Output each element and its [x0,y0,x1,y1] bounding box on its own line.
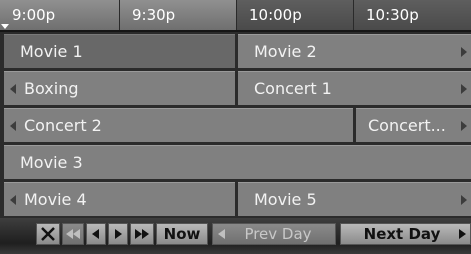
time-slot-label: 9:30p [132,6,176,24]
program-cell[interactable]: Concert 1 [238,71,471,105]
program-grid: Movie 1 Movie 2 Boxing Concert 1 Concert… [0,32,471,218]
program-title: Movie 4 [24,190,87,209]
time-slot: 9:00p [0,0,120,30]
double-left-arrow-icon-part [73,229,80,239]
program-title: Movie 5 [254,190,317,209]
prev-button[interactable] [86,223,106,245]
right-arrow-icon [459,229,466,239]
left-arrow-icon [92,229,99,239]
program-cell[interactable]: Movie 3 [4,145,471,179]
double-right-arrow-icon-part [142,229,149,239]
continues-right-icon [461,195,467,205]
next-day-label: Next Day [363,225,441,243]
double-right-arrow-icon [135,229,142,239]
continues-right-icon [461,47,467,57]
program-cell[interactable]: Movie 2 [238,34,471,68]
program-title: Concert 1 [254,79,332,98]
control-bar: Now Prev Day Next Day [0,218,471,254]
continues-right-icon [461,84,467,94]
program-cell[interactable]: Movie 1 [4,34,235,68]
next-button[interactable] [108,223,128,245]
program-title: Movie 1 [20,42,83,61]
close-button[interactable] [36,223,60,245]
right-arrow-icon [115,229,122,239]
continues-right-icon [461,121,467,131]
program-title: Movie 2 [254,42,317,61]
now-label: Now [163,225,201,243]
continues-left-icon [10,195,16,205]
program-title: Boxing [24,79,79,98]
caret-down-icon [1,24,9,29]
prev-day-label: Prev Day [244,225,312,243]
program-cell[interactable]: Concert 2 [4,108,353,142]
time-header: 9:00p 9:30p 10:00p 10:30p [0,0,471,32]
first-page-button[interactable] [62,223,84,245]
time-slot: 10:00p [237,0,354,30]
time-slot-label: 9:00p [12,6,56,24]
left-arrow-icon [218,229,225,239]
program-guide: 9:00p 9:30p 10:00p 10:30p Movie 1 Movie … [0,0,471,254]
program-cell[interactable]: Movie 5 [238,182,471,216]
time-slot-label: 10:00p [249,6,302,24]
continues-left-icon [10,121,16,131]
time-slot-label: 10:30p [366,6,419,24]
program-title: Concert 2 [24,116,102,135]
program-cell[interactable]: Concert... [356,108,471,142]
double-left-arrow-icon [66,229,73,239]
last-page-button[interactable] [130,223,154,245]
program-title: Concert... [368,116,446,135]
continues-left-icon [10,84,16,94]
program-cell[interactable]: Movie 4 [4,182,235,216]
program-cell[interactable]: Boxing [4,71,235,105]
program-title: Movie 3 [20,153,83,172]
time-slot: 9:30p [120,0,237,30]
time-slot: 10:30p [354,0,471,30]
close-x-icon [41,227,55,241]
